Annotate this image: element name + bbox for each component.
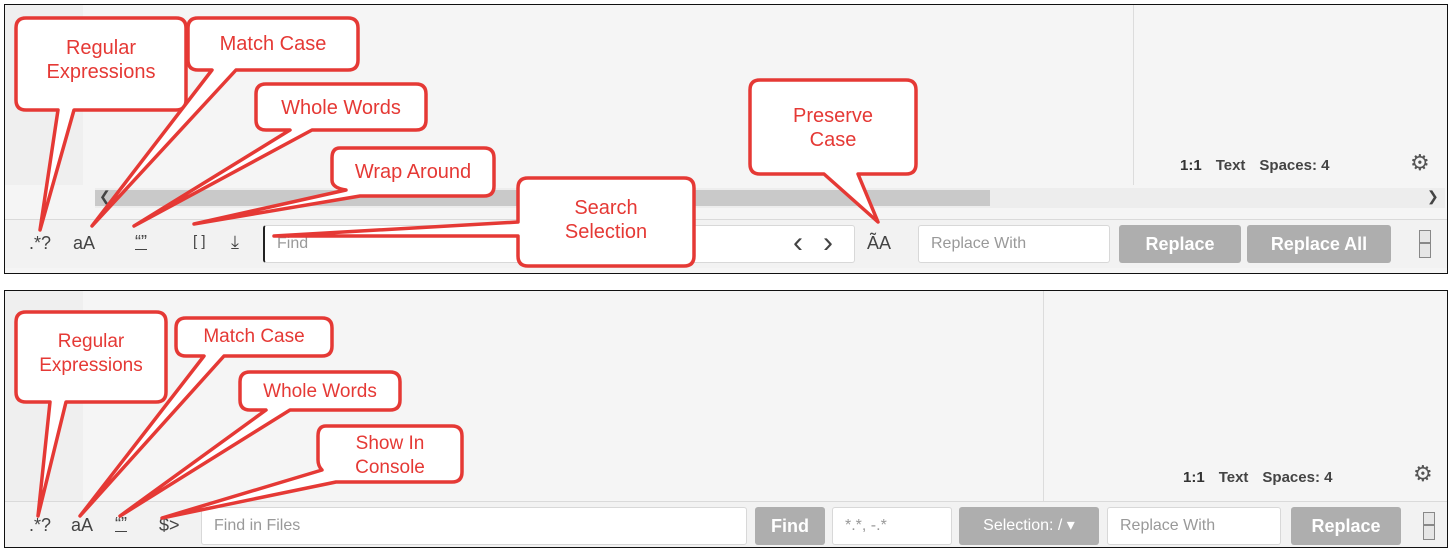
callout-wrap-around-text: Wrap Around <box>354 161 472 183</box>
callout-whole-words-text: Whole Words <box>281 97 401 119</box>
callout-regex-text: Regular Expressions <box>46 37 156 83</box>
callout-preserve-case-text: Preserve Case <box>792 105 874 151</box>
callout-show-console-text-2: Show In Console <box>355 433 425 478</box>
callout-search-selection-text: Search Selection <box>564 197 648 243</box>
callout-whole-words-text-2: Whole Words <box>263 381 377 402</box>
callout-match-case-text-2: Match Case <box>203 326 305 347</box>
callout-match-case-text: Match Case <box>219 33 327 55</box>
callout-regex-text-2: Regular Expressions <box>39 331 143 376</box>
callout-overlay <box>14 16 918 520</box>
